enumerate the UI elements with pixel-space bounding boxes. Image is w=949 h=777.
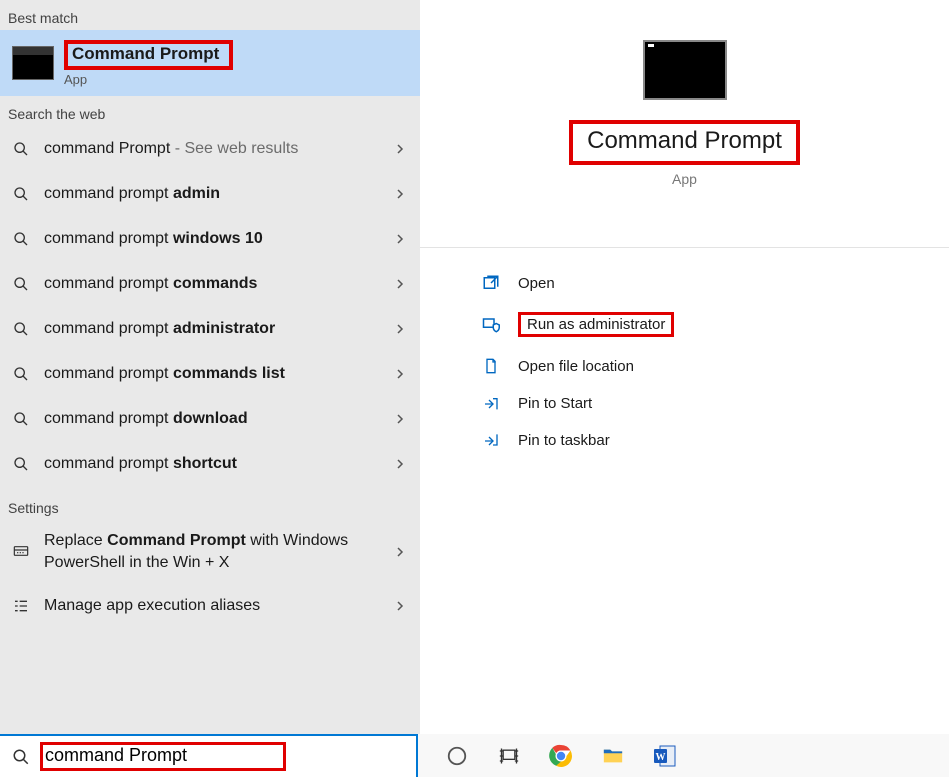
file-explorer-icon[interactable]	[600, 743, 626, 769]
web-result-item[interactable]: command prompt admin	[0, 171, 420, 216]
detail-title: Command Prompt	[587, 127, 782, 154]
chevron-right-icon	[394, 323, 406, 335]
search-icon	[10, 231, 32, 247]
settings-result-item[interactable]: Replace Command Prompt with Windows Powe…	[0, 520, 420, 583]
chrome-icon[interactable]	[548, 743, 574, 769]
web-result-label: command prompt shortcut	[44, 453, 382, 475]
chevron-right-icon	[394, 600, 406, 612]
action-run-admin-label: Run as administrator	[518, 312, 674, 337]
web-result-label: command prompt windows 10	[44, 228, 382, 250]
action-open[interactable]: Open	[420, 264, 949, 302]
search-icon	[12, 748, 30, 766]
open-icon	[480, 274, 502, 292]
cortana-icon[interactable]	[444, 743, 470, 769]
detail-pane: Command Prompt App Open Run as administr…	[420, 0, 949, 734]
taskbar: W	[0, 734, 949, 777]
search-icon	[10, 321, 32, 337]
chevron-right-icon	[394, 278, 406, 290]
action-pin-start[interactable]: Pin to Start	[420, 385, 949, 422]
web-result-label: command prompt commands list	[44, 363, 382, 385]
search-box[interactable]	[0, 734, 418, 777]
search-input[interactable]	[45, 745, 277, 766]
search-icon	[10, 366, 32, 382]
web-result-label: command prompt administrator	[44, 318, 382, 340]
web-result-item[interactable]: command prompt commands	[0, 261, 420, 306]
section-header-best-match: Best match	[0, 0, 420, 30]
search-icon	[10, 411, 32, 427]
settings-result-label: Manage app execution aliases	[44, 595, 382, 617]
action-pin-taskbar-label: Pin to taskbar	[518, 432, 610, 449]
search-icon	[10, 141, 32, 157]
detail-cmd-icon	[643, 40, 727, 100]
web-result-item[interactable]: command Prompt - See web results	[0, 126, 420, 171]
web-result-label: command prompt commands	[44, 273, 382, 295]
web-result-label: command prompt admin	[44, 183, 382, 205]
pin-start-icon	[480, 396, 502, 412]
web-result-label: command Prompt - See web results	[44, 138, 382, 160]
task-view-icon[interactable]	[496, 743, 522, 769]
pin-taskbar-icon	[480, 433, 502, 449]
web-result-item[interactable]: command prompt shortcut	[0, 441, 420, 486]
web-result-item[interactable]: command prompt administrator	[0, 306, 420, 351]
results-pane: Best match Command Prompt App Search the…	[0, 0, 420, 734]
chevron-right-icon	[394, 546, 406, 558]
word-icon[interactable]: W	[652, 743, 678, 769]
section-header-settings: Settings	[0, 486, 420, 520]
action-list: Open Run as administrator Open file loca…	[420, 247, 949, 459]
action-open-label: Open	[518, 275, 555, 292]
shield-admin-icon	[480, 316, 502, 334]
chevron-right-icon	[394, 143, 406, 155]
settings-item-icon	[10, 544, 32, 560]
folder-icon	[480, 357, 502, 375]
chevron-right-icon	[394, 188, 406, 200]
best-match-command-prompt[interactable]: Command Prompt App	[0, 30, 420, 96]
settings-result-label: Replace Command Prompt with Windows Powe…	[44, 530, 382, 573]
detail-subtitle: App	[672, 171, 697, 187]
chevron-right-icon	[394, 368, 406, 380]
cmd-icon	[12, 46, 54, 80]
search-icon	[10, 456, 32, 472]
action-open-location[interactable]: Open file location	[420, 347, 949, 385]
section-header-search-web: Search the web	[0, 96, 420, 126]
web-result-item[interactable]: command prompt commands list	[0, 351, 420, 396]
action-pin-start-label: Pin to Start	[518, 395, 592, 412]
settings-result-item[interactable]: Manage app execution aliases	[0, 583, 420, 628]
web-result-item[interactable]: command prompt windows 10	[0, 216, 420, 261]
chevron-right-icon	[394, 458, 406, 470]
action-pin-taskbar[interactable]: Pin to taskbar	[420, 422, 949, 459]
best-match-title: Command Prompt	[72, 44, 219, 63]
search-icon	[10, 186, 32, 202]
action-run-admin[interactable]: Run as administrator	[420, 302, 949, 347]
search-icon	[10, 276, 32, 292]
web-result-item[interactable]: command prompt download	[0, 396, 420, 441]
web-result-label: command prompt download	[44, 408, 382, 430]
settings-item-icon	[10, 598, 32, 614]
chevron-right-icon	[394, 413, 406, 425]
svg-text:W: W	[656, 752, 666, 763]
best-match-subtitle: App	[64, 72, 233, 87]
taskbar-tray: W	[418, 743, 678, 769]
chevron-right-icon	[394, 233, 406, 245]
action-open-location-label: Open file location	[518, 358, 634, 375]
